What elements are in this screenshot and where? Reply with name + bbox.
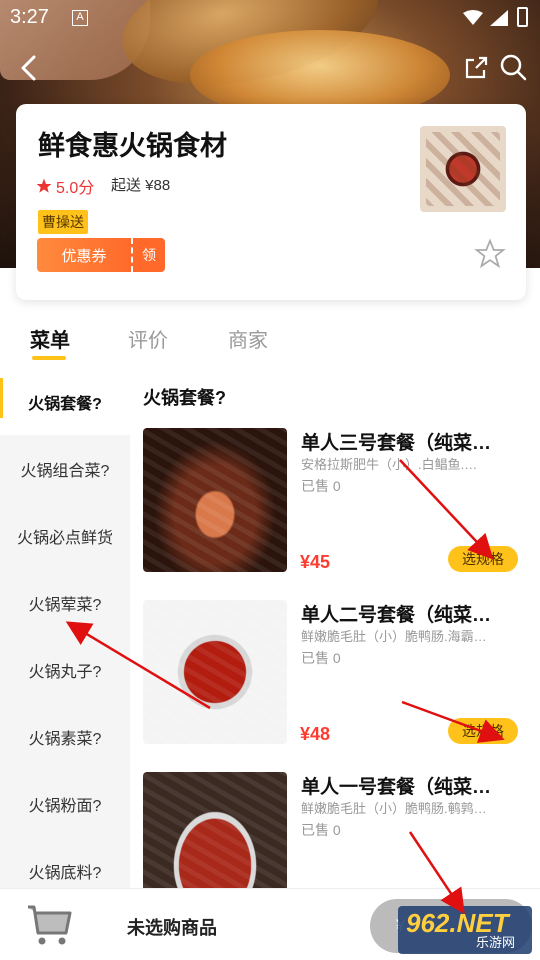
battery-icon (517, 7, 528, 27)
status-bar: 3:27 A (0, 0, 540, 36)
category-item[interactable]: 火锅组合菜? (0, 435, 130, 502)
category-item[interactable]: 火锅丸子? (0, 636, 130, 703)
product-card[interactable]: 单人一号套餐（纯菜… 鲜嫩脆毛肚（小）脆鸭肠.鹌鹑… 已售 0 (143, 772, 523, 888)
product-image[interactable] (143, 772, 287, 888)
product-sold: 已售 0 (301, 650, 341, 666)
product-name: 单人二号套餐（纯菜… (301, 605, 492, 626)
status-time: 3:27 (10, 6, 49, 28)
product-name: 单人三号套餐（纯菜… (301, 433, 492, 454)
signal-icon (490, 10, 508, 26)
product-image[interactable] (143, 428, 287, 572)
product-price: ¥45 (300, 552, 331, 572)
shopping-cart-icon[interactable] (26, 903, 72, 947)
select-spec-button[interactable]: 选规格 (448, 546, 518, 572)
tab-merchant[interactable]: 商家 (228, 324, 268, 353)
product-desc: 鲜嫩脆毛肚（小）脆鸭肠.鹌鹑… (301, 801, 487, 816)
coupon-claim-button[interactable]: 领 (131, 238, 165, 272)
search-icon[interactable] (498, 52, 528, 82)
star-filled-icon (36, 178, 52, 193)
store-info-card: 鲜食惠火锅食材 5.0分 起送 ¥88 曹操送 优惠券 领 (16, 104, 526, 300)
coupon-label[interactable]: 优惠券 (37, 238, 131, 272)
category-item[interactable]: 火锅素菜? (0, 703, 130, 770)
product-card[interactable]: 单人三号套餐（纯菜… 安格拉斯肥牛（小）.白鲳鱼.… 已售 0 ¥45 选规格 (143, 428, 523, 573)
store-tabs: 菜单 评价 商家 (0, 310, 540, 370)
store-logo (420, 126, 506, 212)
select-spec-button[interactable]: 选规格 (448, 718, 518, 744)
product-sold: 已售 0 (301, 822, 341, 838)
product-sold: 已售 0 (301, 478, 341, 494)
watermark-logo: 962.NET 乐游网 (398, 906, 532, 954)
section-title: 火锅套餐? (143, 388, 226, 408)
coupon-button[interactable]: 优惠券 领 (37, 238, 165, 272)
category-item[interactable]: 火锅粉面? (0, 770, 130, 837)
min-order: 起送 ¥88 (111, 177, 171, 194)
category-item[interactable]: 火锅荤菜? (0, 569, 130, 636)
star-outline-icon[interactable] (474, 238, 506, 270)
tab-menu[interactable]: 菜单 (30, 324, 70, 353)
tab-reviews[interactable]: 评价 (128, 324, 168, 353)
product-card[interactable]: 单人二号套餐（纯菜… 鲜嫩脆毛肚（小）脆鸭肠.海霸… 已售 0 ¥48 选规格 (143, 600, 523, 745)
category-item[interactable]: 火锅必点鲜货 (0, 502, 130, 569)
watermark-subtext: 乐游网 (476, 935, 516, 950)
cart-empty-text: 未选购商品 (127, 918, 217, 938)
tab-indicator (32, 356, 66, 360)
product-desc: 鲜嫩脆毛肚（小）脆鸭肠.海霸… (301, 629, 487, 644)
share-icon[interactable] (462, 54, 490, 82)
rating-value: 5.0分 (56, 180, 95, 197)
store-name: 鲜食惠火锅食材 (38, 131, 227, 161)
delivery-badge: 曹操送 (38, 210, 88, 234)
product-price: ¥48 (300, 724, 331, 744)
product-image[interactable] (143, 600, 287, 744)
wifi-icon (463, 10, 483, 25)
notification-icon: A (72, 10, 88, 26)
product-desc: 安格拉斯肥牛（小）.白鲳鱼.… (301, 457, 478, 472)
category-item[interactable]: 火锅套餐? (0, 368, 130, 435)
category-sidebar: 火锅套餐? 火锅组合菜? 火锅必点鲜货 火锅荤菜? 火锅丸子? 火锅素菜? 火锅… (0, 368, 130, 888)
product-name: 单人一号套餐（纯菜… (301, 777, 492, 798)
back-icon[interactable] (14, 52, 46, 84)
store-rating: 5.0分 (36, 174, 94, 198)
